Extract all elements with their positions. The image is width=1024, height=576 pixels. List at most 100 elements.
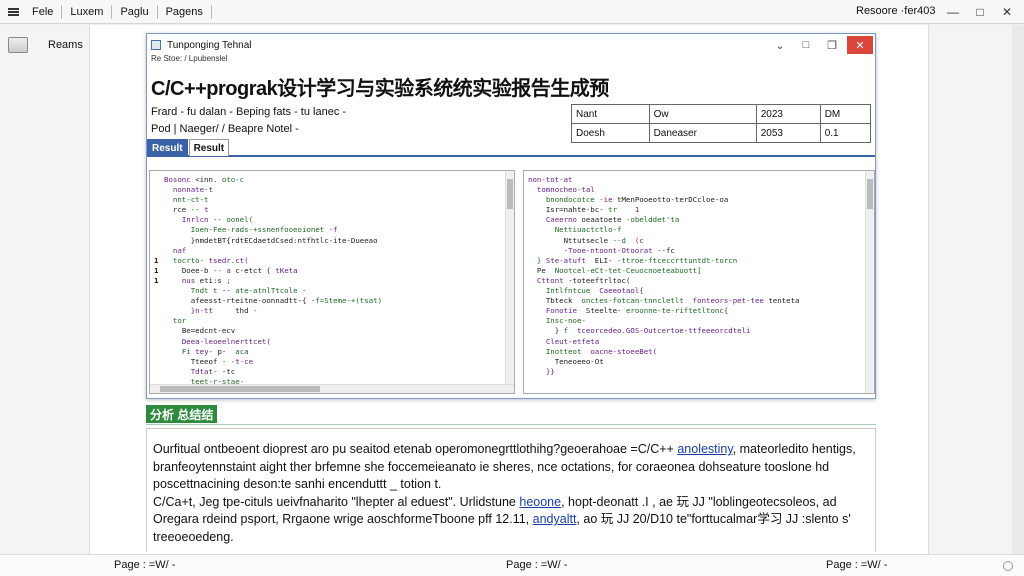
code-token: -f=Steme-+(tsat) [310,296,383,306]
code-line: Teneoeeo-Ot [528,357,799,367]
report-window-title: Tunponging Tehnal [167,39,252,51]
code-scrollbar-vertical[interactable] [865,171,874,393]
code-line: Bosonc <inn. oto-c [154,175,382,185]
line-number: 1 [154,275,159,285]
scroll-thumb[interactable] [507,179,513,209]
sidebar-item-label: Reams [48,39,83,51]
tab-result-2[interactable]: Result [188,139,230,156]
code-scrollbar-horizontal[interactable] [150,384,514,393]
code-token: - [253,306,258,316]
code-line: Fi tey- p- aca [154,347,382,357]
tab-result-1[interactable]: Result [147,139,188,156]
table-cell: Nant [571,104,650,124]
code-line: non-tot-at [528,175,799,185]
menu-item-file[interactable]: Fele [24,4,63,19]
code-token: Bosonc [164,175,191,184]
code-token: tocrto- [172,255,205,265]
code-token: Insc-noe- [545,316,586,326]
code-line: Tteeof - -t-ce [154,357,382,367]
code-token: eroonne-te-riftetltonc{ [625,306,729,316]
minimize-icon[interactable]: — [944,3,962,21]
table-cell: DM [819,104,872,124]
document-icon [8,37,28,53]
status-circle-icon [1003,561,1013,571]
close-icon[interactable]: ✕ [847,36,873,54]
menu-item-luxem[interactable]: Luxem [62,4,113,19]
code-token: tceorcedeo.GOS-Outcertoe-ttfeeeorcdteli [576,326,751,336]
code-panel-right[interactable]: non-tot-at tomnocheo-tal bnondocotce -ie… [523,170,875,394]
code-panel-left[interactable]: Bosonc <inn. oto-c nonnate-t nnt-ct-t rc… [149,170,515,394]
vertical-scrollbar[interactable] [1012,25,1024,554]
code-token: naf [172,245,187,255]
tab-bar: Result Result [147,139,875,157]
code-token: Ioen-Fee-rads-+ssnenfooeoionet [190,225,325,235]
menu-bar: Fele Luxem Paglu Pagens Resoore ·fer403 … [0,0,1024,24]
code-token: Isr=nahte-bc- [545,205,604,215]
code-scrollbar-vertical[interactable] [505,171,514,393]
code-token: Nettiuactctlo-f [554,225,622,235]
code-text-left: Bosonc <inn. oto-c nonnate-t nnt-ct-t rc… [154,175,382,387]
scroll-thumb[interactable] [867,179,873,209]
table-cell: 2023 [755,104,821,124]
code-line: Be=edcnt-ecv [154,326,382,336]
scroll-thumb[interactable] [160,386,320,392]
code-token: Nttutsecle [563,235,609,245]
maximize-icon[interactable]: □ [971,3,989,21]
code-token: -f [328,225,338,235]
summary-link-1[interactable]: anolestiny [677,442,732,456]
code-line: } Ste-atuft ELI- -ttroe-ftceccrttuntdt-t… [528,256,799,266]
code-token: nus [181,275,196,285]
summary-text-1: Ourfitual ontbeoent dioprest aro pu seai… [153,442,674,456]
summary-link-2[interactable]: heoone [519,495,561,509]
code-line: tor [154,316,382,326]
chevron-down-icon[interactable]: ⌄ [767,36,793,54]
code-token: oto-c [221,175,245,184]
code-token: tKeta [275,265,298,275]
code-token: tMenPooeotto-terDCcloe-oa [617,195,729,205]
code-token: Doee-b [181,265,209,275]
code-token: -- [221,286,231,296]
page-indicator-2: Page : =W/ - [506,559,568,571]
menu-item-paglu[interactable]: Paglu [112,4,158,19]
copy-icon[interactable]: ❐ [819,36,845,54]
code-token: Tteeof [190,356,218,366]
code-line: -Tooe-ntoont-Otoorat --fc [528,246,799,256]
code-token: ; [226,275,231,285]
code-line: 1 nus eti:s ; [154,276,382,286]
close-icon[interactable]: ✕ [998,3,1016,21]
code-token: tr [608,205,618,215]
code-token: afeesst-rteitne-oonnadtt-{ [190,296,307,306]
code-token: Tdtat- [190,366,218,376]
code-token: -ttroe-ftceccrttuntdt-torcn [617,255,738,265]
sidebar-item-reams[interactable]: Reams [8,37,83,53]
summary-link-3[interactable]: andyaltt [533,512,577,526]
table-cell: Ow [648,104,757,124]
code-token: non-tot-at [528,175,573,184]
menu-item-pagens[interactable]: Pagens [158,4,212,19]
code-line: Cleut-etfeta [528,337,799,347]
code-token: (c [634,235,644,245]
code-token: -toteeftrltoc( [568,275,631,285]
summary-text: Ourfitual ontbeoent dioprest aro pu seai… [146,428,876,552]
code-line: Fonotie Steelte- eroonne-te-riftetltonc{ [528,306,799,316]
code-token: Steelte- [585,306,622,316]
code-line: } f tceorcedeo.GOS-Outcertoe-ttfeeeorcdt… [528,326,799,336]
restore-icon[interactable]: □ [793,36,819,54]
hamburger-icon[interactable] [2,0,24,24]
